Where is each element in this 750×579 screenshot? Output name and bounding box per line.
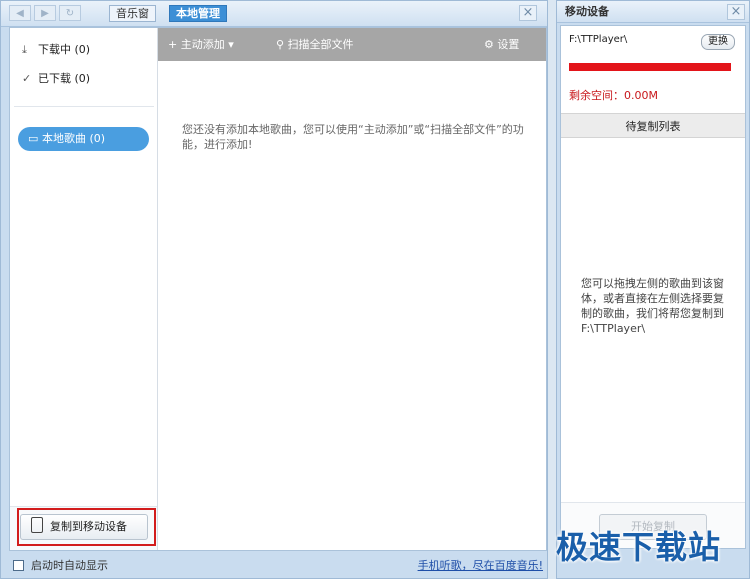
device-content: F:\TTPlayer\ 更换 剩余空间：0.00M 待复制列表 您可以拖拽左侧… (560, 25, 746, 549)
highlight-box (17, 508, 156, 546)
status-bar: 启动时自动显示 手机听歌，尽在百度音乐! (9, 554, 547, 578)
scan-button[interactable]: ⚲ 扫描全部文件 (276, 28, 354, 61)
watermark-logo: 极速下载站 (556, 528, 722, 566)
tab-music-window[interactable]: 音乐窗 (109, 5, 156, 22)
close-button[interactable]: × (519, 5, 537, 21)
sidebar-item-local-songs[interactable]: ▭ 本地歌曲 (0) (18, 127, 149, 151)
device-window: 移动设备 × F:\TTPlayer\ 更换 剩余空间：0.00M 待复制列表 … (556, 0, 750, 579)
sidebar-item-label: 本地歌曲 (0) (42, 132, 106, 145)
capacity-bar (569, 63, 731, 71)
divider (14, 106, 154, 107)
arrow-left-icon: ◀ (16, 8, 24, 19)
sidebar-item-label: 已下载 (0) (38, 72, 91, 85)
gear-icon: ⚙ (484, 38, 498, 51)
chevron-down-icon: ▾ (224, 38, 234, 51)
arrow-right-icon: ▶ (41, 8, 49, 19)
main-window: ◀ ▶ ↻ 音乐窗 本地管理 × ⤓ 下载中 (0) ✓ 已下载 (0) ▭ 本地歌曲… (0, 0, 548, 579)
scan-label: 扫描全部文件 (287, 38, 354, 51)
autostart-label: 启动时自动显示 (31, 559, 108, 572)
device-tip: 您可以拖拽左侧的歌曲到该窗体，或者直接在左侧选择要复制的歌曲，我们将帮您复制到F… (581, 277, 724, 335)
close-icon: × (730, 4, 742, 19)
autostart-checkbox[interactable] (13, 560, 24, 571)
device-title: 移动设备 (557, 1, 749, 23)
refresh-button[interactable]: ↻ (59, 5, 81, 21)
refresh-icon: ↻ (65, 8, 75, 19)
close-icon: × (522, 5, 534, 20)
sidebar-item-downloading[interactable]: ⤓ 下载中 (0) (22, 40, 90, 60)
free-space-text: 剩余空间：0.00M (569, 89, 658, 102)
monitor-icon: ▭ (28, 132, 39, 145)
tab-local-management[interactable]: 本地管理 (169, 5, 227, 22)
content-area: ⤓ 下载中 (0) ✓ 已下载 (0) ▭ 本地歌曲 (0) 复制到移动设备 + 主动… (9, 27, 547, 551)
empty-message: 您还没有添加本地歌曲，您可以使用“主动添加”或“扫描全部文件”的功能，进行添加! (182, 123, 524, 151)
sidebar-item-label: 下载中 (0) (38, 43, 91, 56)
baidu-music-link[interactable]: 手机听歌，尽在百度音乐! (418, 554, 543, 578)
change-device-button[interactable]: 更换 (701, 34, 735, 50)
settings-label: 设置 (497, 38, 520, 51)
add-button[interactable]: + 主动添加 ▾ (168, 28, 234, 61)
forward-button[interactable]: ▶ (34, 5, 56, 21)
sidebar-item-downloaded[interactable]: ✓ 已下载 (0) (22, 69, 90, 89)
check-icon: ✓ (22, 72, 32, 85)
download-icon: ⤓ (22, 43, 27, 56)
add-label: 主动添加 (180, 38, 225, 51)
device-close-button[interactable]: × (727, 4, 745, 20)
settings-button[interactable]: ⚙ 设置 (484, 28, 519, 61)
device-path: F:\TTPlayer\ (569, 34, 628, 45)
search-icon: ⚲ (276, 38, 288, 51)
back-button[interactable]: ◀ (9, 5, 31, 21)
toolbar: + 主动添加 ▾ ⚲ 扫描全部文件 ⚙ 设置 (158, 28, 546, 61)
pending-list-header: 待复制列表 (561, 113, 745, 138)
title-bar: ◀ ▶ ↻ 音乐窗 本地管理 × (1, 1, 547, 27)
plus-icon: + (168, 38, 181, 51)
sidebar: ⤓ 下载中 (0) ✓ 已下载 (0) ▭ 本地歌曲 (0) 复制到移动设备 (10, 28, 158, 550)
